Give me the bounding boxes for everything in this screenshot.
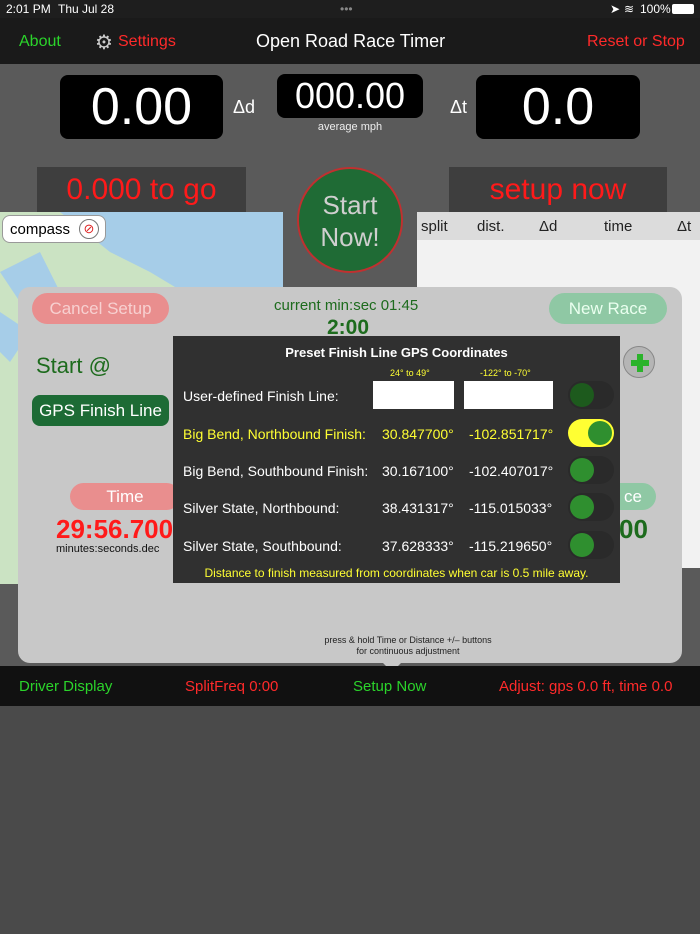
time-unit-label: minutes:seconds.dec: [56, 543, 160, 555]
col-split: split: [421, 218, 448, 235]
start-at-label: Start @: [36, 353, 111, 378]
big-bend-sb-toggle[interactable]: [568, 456, 614, 484]
location-icon: ➤: [610, 2, 621, 16]
settings-button[interactable]: Settings: [118, 33, 176, 51]
split-frequency-button[interactable]: SplitFreq 0:00: [185, 678, 278, 695]
battery-icon: [672, 4, 694, 14]
silver-state-sb-toggle[interactable]: [568, 531, 614, 559]
silver-state-nb-toggle[interactable]: [568, 493, 614, 521]
preset-lat: 37.628333°: [382, 538, 454, 554]
preset-note: Distance to finish measured from coordin…: [204, 566, 589, 580]
setup-now-button[interactable]: Setup Now: [353, 678, 426, 695]
add-icon[interactable]: [623, 346, 655, 378]
preset-lon: -102.851717°: [469, 426, 554, 442]
distance-value[interactable]: 00: [619, 514, 648, 545]
time-value[interactable]: 29:56.700: [56, 514, 173, 545]
preset-row-label: User-defined Finish Line:: [183, 388, 339, 404]
preset-row-label: Big Bend, Northbound Finish:: [183, 426, 366, 442]
preset-lat: 38.431317°: [382, 500, 454, 516]
preset-row-label: Silver State, Northbound:: [183, 500, 340, 516]
custom-finish-toggle[interactable]: [568, 381, 614, 409]
custom-lon-input[interactable]: [464, 381, 553, 409]
preset-lon: -115.015033°: [469, 500, 553, 516]
preset-lon: -115.219650°: [469, 538, 553, 554]
big-bend-nb-toggle[interactable]: [568, 419, 614, 447]
lon-range: -122° to -70°: [480, 368, 531, 378]
multitask-dots-icon[interactable]: •••: [340, 2, 353, 16]
speed-unit-label: average mph: [317, 121, 383, 133]
speed-display: 000.00: [277, 74, 423, 118]
driver-display-button[interactable]: Driver Display: [19, 678, 112, 695]
split-table-header: split dist. Δd time Δt: [417, 212, 700, 240]
time-button[interactable]: Time: [70, 483, 180, 510]
lat-range: 24° to 49°: [390, 368, 430, 378]
delta-t-label: Δt: [450, 97, 468, 117]
time-display[interactable]: 0.0: [476, 75, 640, 139]
preset-row-label: Silver State, Southbound:: [183, 538, 342, 554]
preset-finish-popup: Preset Finish Line GPS Coordinates 24° t…: [173, 336, 620, 583]
start-now-button[interactable]: Start Now!: [297, 167, 403, 273]
gps-finish-line-button[interactable]: GPS Finish Line: [32, 395, 169, 426]
preset-title: Preset Finish Line GPS Coordinates: [285, 345, 508, 360]
setup-now-status: setup now: [449, 167, 667, 213]
current-time-label: current min:sec 01:45: [274, 297, 419, 314]
preset-row-label: Big Bend, Southbound Finish:: [183, 463, 369, 479]
preset-lat: 30.847700°: [382, 426, 454, 442]
compass-button[interactable]: compass ⊘: [2, 215, 106, 243]
status-date: Thu Jul 28: [58, 2, 115, 16]
page-title: Open Road Race Timer: [256, 31, 446, 51]
hint-text: press & hold Time or Distance +/– button…: [324, 635, 492, 656]
cancel-setup-button[interactable]: Cancel Setup: [32, 293, 169, 324]
compass-icon: ⊘: [79, 219, 99, 239]
col-delta-t: Δt: [677, 218, 692, 235]
gear-icon[interactable]: ⚙: [95, 30, 113, 55]
delta-d-label: Δd: [233, 97, 256, 117]
about-button[interactable]: About: [19, 33, 61, 51]
col-time: time: [604, 218, 633, 235]
bottom-toolbar: Driver Display SplitFreq 0:00 Setup Now …: [0, 666, 700, 706]
preset-lon: -102.407017°: [469, 463, 554, 479]
new-race-button[interactable]: New Race: [549, 293, 667, 324]
status-bar: 2:01 PM Thu Jul 28 ••• ➤ ≋ 100%: [0, 0, 700, 18]
reset-stop-button[interactable]: Reset or Stop: [587, 33, 685, 51]
wifi-icon: ≋: [624, 2, 635, 16]
col-delta-d: Δd: [539, 218, 558, 235]
preset-lat: 30.167100°: [382, 463, 454, 479]
distance-to-go: 0.000 to go: [37, 167, 246, 213]
compass-label: compass: [10, 221, 71, 238]
custom-lat-input[interactable]: [373, 381, 454, 409]
distance-display[interactable]: 0.00: [60, 75, 223, 139]
battery-label: 100%: [640, 2, 671, 16]
status-time: 2:01 PM: [6, 2, 51, 16]
nav-bar: About ⚙ Settings Open Road Race Timer Re…: [0, 18, 700, 64]
col-dist: dist.: [477, 218, 505, 235]
adjust-button[interactable]: Adjust: gps 0.0 ft, time 0.0: [499, 678, 672, 695]
